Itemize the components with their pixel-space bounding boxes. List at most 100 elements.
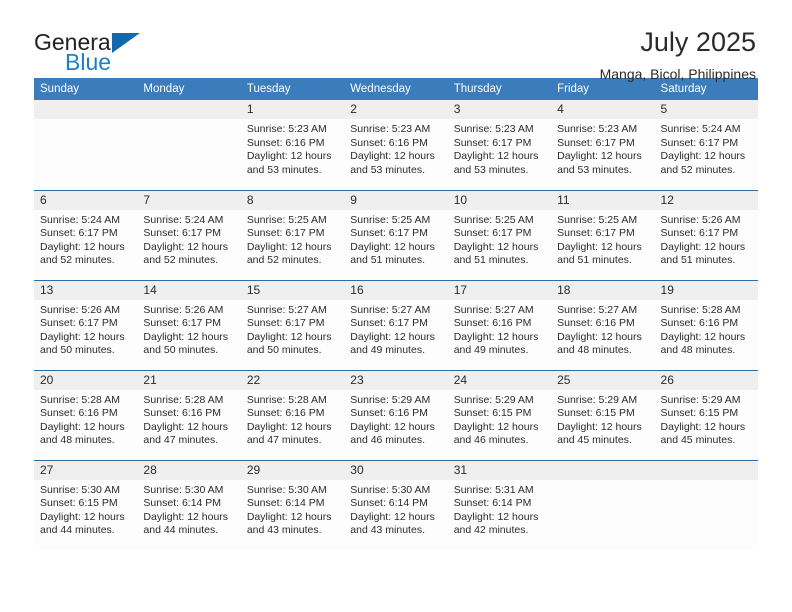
calendar-day-cell[interactable]: 3 Sunrise: 5:23 AM Sunset: 6:17 PM Daylight… (447, 100, 552, 190)
sunrise-text: Sunrise: 5:25 AM (246, 213, 327, 226)
day-number: 7 (137, 190, 241, 210)
calendar-day-cell[interactable]: 14 Sunrise: 5:26 AM Sunset: 6:17 PM Dayligh… (137, 279, 241, 370)
sunrise-text: Sunrise: 5:29 AM (350, 393, 431, 406)
sun-info: Sunrise: 5:23 AM Sunset: 6:17 PM Daylight:… (551, 119, 654, 177)
sunrise-text: Sunrise: 5:24 AM (40, 213, 120, 226)
calendar-day-cell[interactable]: 9 Sunrise: 5:25 AM Sunset: 6:17 PM Daylight… (344, 189, 448, 280)
daylight-text: Daylight: 12 hours and 53 minutes. (557, 150, 642, 176)
day-number: 6 (34, 190, 138, 210)
sunrise-text: Sunrise: 5:30 AM (40, 483, 120, 496)
sun-info: Sunrise: 5:30 AM Sunset: 6:14 PM Daylight:… (241, 480, 344, 538)
day-number: 23 (344, 370, 448, 390)
calendar-day-cell[interactable]: 26 Sunrise: 5:29 AM Sunset: 6:15 PM Dayligh… (654, 369, 758, 460)
sun-info: Sunrise: 5:25 AM Sunset: 6:17 PM Daylight:… (241, 210, 344, 268)
calendar-day-cell[interactable]: 12 Sunrise: 5:26 AM Sunset: 6:17 PM Dayligh… (654, 189, 758, 280)
calendar-day-cell[interactable]: 21 Sunrise: 5:28 AM Sunset: 6:16 PM Dayligh… (137, 369, 241, 460)
calendar-day-cell[interactable]: 16 Sunrise: 5:27 AM Sunset: 6:17 PM Dayligh… (344, 279, 448, 370)
day-number: 15 (240, 280, 345, 300)
sunset-text: Sunset: 6:16 PM (246, 136, 325, 149)
sunset-text: Sunset: 6:17 PM (557, 136, 635, 149)
sunrise-text: Sunrise: 5:27 AM (453, 303, 534, 316)
sunrise-text: Sunrise: 5:25 AM (453, 213, 534, 226)
day-number: 25 (551, 370, 655, 390)
day-number: 27 (34, 460, 138, 480)
daylight-text: Daylight: 12 hours and 47 minutes. (143, 420, 229, 447)
daylight-text: Daylight: 12 hours and 52 minutes. (246, 240, 332, 267)
sunset-text: Sunset: 6:17 PM (660, 136, 739, 149)
calendar-day-cell[interactable]: 11 Sunrise: 5:25 AM Sunset: 6:17 PM Dayligh… (551, 189, 655, 280)
calendar-day-cell[interactable]: 7 Sunrise: 5:24 AM Sunset: 6:17 PM Daylight… (137, 189, 241, 280)
calendar-day-cell-empty (137, 100, 241, 190)
calendar-day-cell[interactable]: 30 Sunrise: 5:30 AM Sunset: 6:14 PM Dayligh… (344, 459, 448, 550)
calendar-day-cell[interactable]: 23 Sunrise: 5:29 AM Sunset: 6:16 PM Dayligh… (344, 369, 448, 460)
sunrise-text: Sunrise: 5:27 AM (557, 303, 638, 316)
sunset-text: Sunset: 6:16 PM (246, 407, 325, 420)
sunset-text: Sunset: 6:16 PM (453, 317, 532, 330)
daylight-text: Daylight: 12 hours and 48 minutes. (40, 420, 125, 447)
sun-info: Sunrise: 5:28 AM Sunset: 6:16 PM Daylight:… (34, 390, 137, 448)
calendar-week-row: 27 Sunrise: 5:30 AM Sunset: 6:15 PM Dayligh… (34, 459, 758, 550)
day-number: 11 (551, 190, 655, 210)
calendar-day-cell[interactable]: 25 Sunrise: 5:29 AM Sunset: 6:15 PM Dayligh… (551, 369, 655, 460)
daylight-text: Daylight: 12 hours and 42 minutes. (453, 510, 539, 537)
sunset-text: Sunset: 6:17 PM (557, 227, 635, 240)
calendar-day-cell[interactable]: 29 Sunrise: 5:30 AM Sunset: 6:14 PM Dayligh… (240, 459, 345, 550)
daylight-text: Daylight: 12 hours and 46 minutes. (350, 420, 435, 447)
calendar-day-cell[interactable]: 6 Sunrise: 5:24 AM Sunset: 6:17 PM Daylight… (34, 189, 138, 280)
calendar-day-cell[interactable]: 8 Sunrise: 5:25 AM Sunset: 6:17 PM Daylight… (240, 189, 345, 280)
sunset-text: Sunset: 6:17 PM (246, 317, 325, 330)
sunrise-text: Sunrise: 5:23 AM (453, 123, 534, 135)
calendar-day-cell[interactable]: 13 Sunrise: 5:26 AM Sunset: 6:17 PM Dayligh… (34, 279, 138, 370)
title-block: July 2025 Manga, Bicol, Philippines (600, 26, 758, 84)
sunrise-text: Sunrise: 5:30 AM (246, 483, 327, 496)
day-number (551, 460, 655, 480)
day-number: 21 (137, 370, 241, 390)
daylight-text: Daylight: 12 hours and 51 minutes. (453, 240, 539, 267)
brand-logo[interactable]: General Blue (34, 26, 164, 74)
calendar-day-cell[interactable]: 17 Sunrise: 5:27 AM Sunset: 6:16 PM Dayligh… (447, 279, 552, 370)
sun-info: Sunrise: 5:23 AM Sunset: 6:16 PM Daylight:… (344, 119, 447, 177)
sunrise-text: Sunrise: 5:29 AM (557, 393, 638, 406)
calendar-day-cell[interactable]: 5 Sunrise: 5:24 AM Sunset: 6:17 PM Daylight… (654, 100, 758, 190)
calendar-day-cell[interactable]: 31 Sunrise: 5:31 AM Sunset: 6:14 PM Dayligh… (447, 459, 552, 550)
sun-info: Sunrise: 5:29 AM Sunset: 6:15 PM Daylight:… (655, 390, 758, 448)
calendar-day-cell[interactable]: 10 Sunrise: 5:25 AM Sunset: 6:17 PM Dayligh… (447, 189, 552, 280)
sun-info: Sunrise: 5:23 AM Sunset: 6:17 PM Daylight:… (448, 119, 551, 177)
day-number: 28 (137, 460, 241, 480)
sun-info: Sunrise: 5:25 AM Sunset: 6:17 PM Daylight:… (344, 210, 447, 268)
calendar-day-cell[interactable]: 22 Sunrise: 5:28 AM Sunset: 6:16 PM Dayligh… (240, 369, 345, 460)
sunrise-text: Sunrise: 5:28 AM (246, 393, 327, 406)
weekday-header-thursday: Thursday (447, 78, 552, 100)
sunset-text: Sunset: 6:15 PM (453, 407, 532, 420)
calendar-day-cell[interactable]: 19 Sunrise: 5:28 AM Sunset: 6:16 PM Dayligh… (654, 279, 758, 370)
day-number: 4 (551, 100, 655, 119)
calendar-day-cell[interactable]: 28 Sunrise: 5:30 AM Sunset: 6:14 PM Dayligh… (137, 459, 241, 550)
calendar-day-cell[interactable]: 27 Sunrise: 5:30 AM Sunset: 6:15 PM Dayligh… (34, 459, 138, 550)
daylight-text: Daylight: 12 hours and 45 minutes. (660, 420, 746, 447)
sunrise-text: Sunrise: 5:28 AM (40, 393, 120, 406)
daylight-text: Daylight: 12 hours and 44 minutes. (143, 510, 229, 537)
daylight-text: Daylight: 12 hours and 50 minutes. (246, 330, 332, 357)
weekday-header-monday: Monday (137, 78, 241, 100)
calendar-day-cell[interactable]: 24 Sunrise: 5:29 AM Sunset: 6:15 PM Dayligh… (447, 369, 552, 460)
sun-info: Sunrise: 5:29 AM Sunset: 6:15 PM Daylight:… (551, 390, 654, 448)
sunrise-text: Sunrise: 5:25 AM (557, 213, 638, 226)
daylight-text: Daylight: 12 hours and 46 minutes. (453, 420, 539, 447)
calendar-day-cell[interactable]: 20 Sunrise: 5:28 AM Sunset: 6:16 PM Dayligh… (34, 369, 138, 460)
calendar-day-cell-empty (34, 100, 138, 190)
calendar-week-row: 6 Sunrise: 5:24 AM Sunset: 6:17 PM Daylight… (34, 189, 758, 280)
calendar-day-cell[interactable]: 15 Sunrise: 5:27 AM Sunset: 6:17 PM Dayligh… (240, 279, 345, 370)
day-number: 9 (344, 190, 448, 210)
daylight-text: Daylight: 12 hours and 51 minutes. (350, 240, 435, 267)
daylight-text: Daylight: 12 hours and 51 minutes. (557, 240, 642, 267)
sunset-text: Sunset: 6:16 PM (350, 407, 428, 420)
sunrise-text: Sunrise: 5:23 AM (246, 123, 327, 135)
calendar-week-row: 1 Sunrise: 5:23 AM Sunset: 6:16 PM Daylight… (34, 100, 758, 190)
sun-info: Sunrise: 5:27 AM Sunset: 6:16 PM Daylight:… (551, 300, 654, 358)
sunrise-text: Sunrise: 5:26 AM (660, 213, 741, 226)
calendar-day-cell[interactable]: 18 Sunrise: 5:27 AM Sunset: 6:16 PM Dayligh… (551, 279, 655, 370)
calendar-week-row: 20 Sunrise: 5:28 AM Sunset: 6:16 PM Dayligh… (34, 369, 758, 460)
calendar-day-cell[interactable]: 2 Sunrise: 5:23 AM Sunset: 6:16 PM Daylight… (344, 100, 448, 190)
calendar-day-cell[interactable]: 4 Sunrise: 5:23 AM Sunset: 6:17 PM Daylight… (551, 100, 655, 190)
calendar-day-cell[interactable]: 1 Sunrise: 5:23 AM Sunset: 6:16 PM Daylight… (240, 100, 345, 190)
